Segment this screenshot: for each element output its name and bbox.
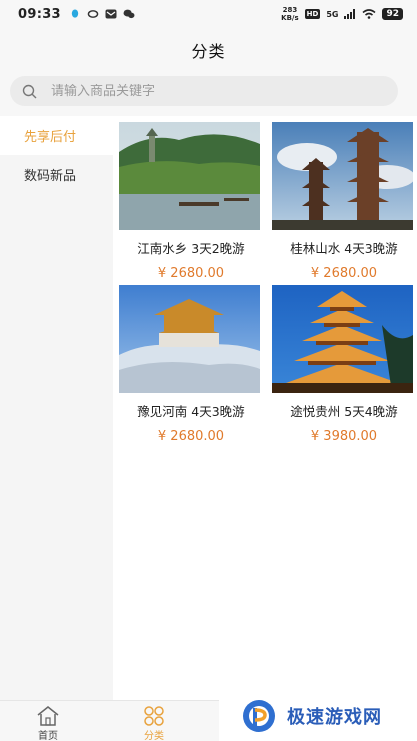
product-card[interactable]: 豫见河南 4天3晚游 ¥ 2680.00 (119, 285, 263, 445)
product-price: ¥ 3980.00 (310, 429, 378, 444)
net-speed-unit: KB/s (281, 14, 299, 22)
hd-badge: HD (304, 9, 321, 19)
search-icon (22, 84, 37, 98)
page-title: 分类 (191, 42, 226, 61)
mail-icon (105, 9, 117, 19)
qq-icon (71, 9, 79, 18)
net-speed: 283 KB/s (281, 6, 298, 22)
sidebar-item-label: 数码新品 (24, 169, 77, 184)
notification-icons (69, 9, 135, 19)
product-title: 豫见河南 4天3晚游 (137, 404, 245, 419)
signal-bars-icon (344, 9, 356, 19)
signal-5g: 5G (326, 9, 339, 19)
tall-pagoda-photo (272, 122, 413, 230)
product-title: 桂林山水 4天3晚游 (290, 241, 398, 256)
product-title: 江南水乡 3天2晚游 (137, 241, 245, 256)
watermark-text: 极速游戏网 (287, 706, 382, 728)
product-card[interactable]: 桂林山水 4天3晚游 ¥ 2680.00 (272, 122, 416, 282)
tab-label: 首页 (38, 731, 58, 741)
site-watermark: 极速游戏网 (219, 690, 417, 741)
pagoda-lake-photo (119, 122, 260, 230)
category-icon (144, 706, 164, 726)
search-area (0, 72, 417, 116)
home-icon (37, 706, 59, 726)
wechat-icon (123, 9, 135, 19)
product-price: ¥ 2680.00 (310, 266, 378, 281)
sidebar-item-digital-new[interactable]: 数码新品 (0, 155, 113, 194)
snowy-temple-photo (119, 285, 260, 393)
category-sidebar: 先享后付 数码新品 (0, 116, 113, 700)
tab-category[interactable]: 分类 (124, 705, 184, 741)
title-bar: 分类 (0, 28, 417, 72)
product-title: 途悦贵州 5天4晚游 (290, 404, 398, 419)
lit-drum-tower-photo (272, 285, 413, 393)
status-time: 09:33 (18, 6, 61, 22)
app-icon (87, 10, 99, 18)
product-card[interactable]: 途悦贵州 5天4晚游 ¥ 3980.00 (272, 285, 416, 445)
battery-level: 92 (382, 8, 403, 20)
tab-label: 分类 (144, 731, 164, 741)
sidebar-item-pay-later[interactable]: 先享后付 (0, 116, 113, 155)
wifi-icon (362, 9, 376, 19)
system-status: 283 KB/s HD 5G 92 (281, 6, 403, 22)
product-price: ¥ 2680.00 (157, 266, 225, 281)
product-grid: 江南水乡 3天2晚游 ¥ 2680.00 桂林山水 4天3晚游 ¥ 2680.0… (113, 116, 417, 700)
sidebar-item-label: 先享后付 (24, 130, 77, 145)
net-speed-value: 283 (282, 6, 298, 14)
search-box[interactable] (10, 76, 398, 106)
product-card[interactable]: 江南水乡 3天2晚游 ¥ 2680.00 (119, 122, 263, 282)
watermark-logo-icon (243, 699, 275, 732)
status-bar: 09:33 283 KB/s HD 5G 92 (0, 0, 417, 28)
search-input[interactable] (51, 83, 351, 99)
tab-home[interactable]: 首页 (18, 705, 78, 741)
product-price: ¥ 2680.00 (157, 429, 225, 444)
